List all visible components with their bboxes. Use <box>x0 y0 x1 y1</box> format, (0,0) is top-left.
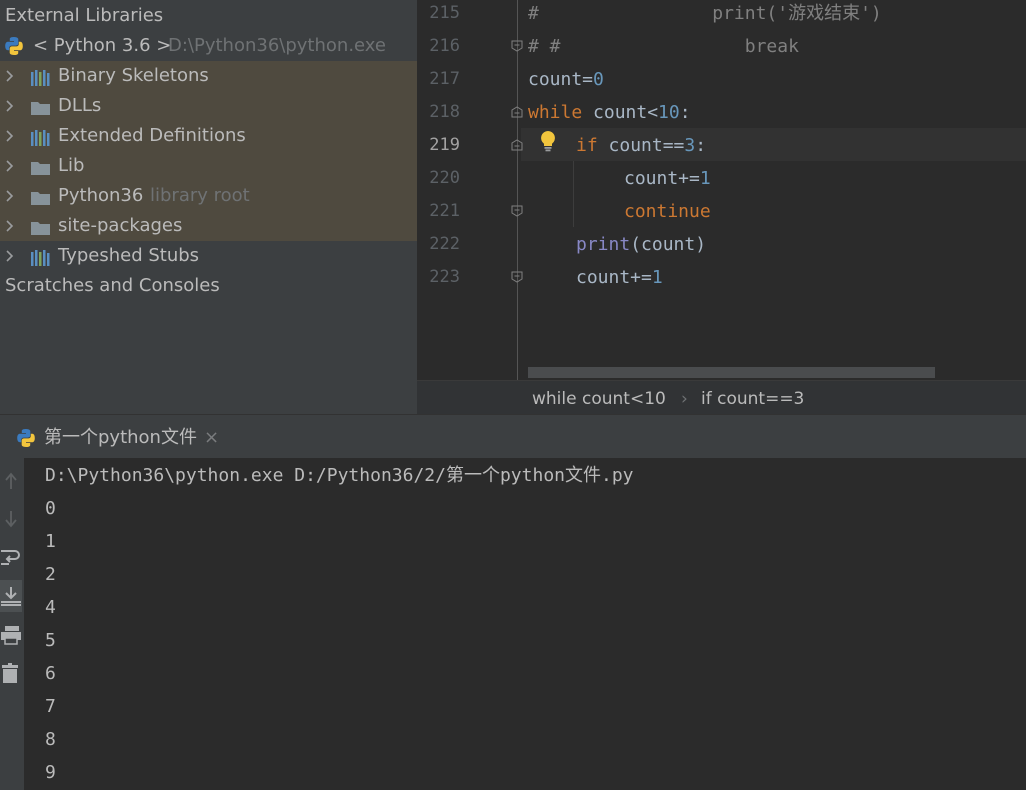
folder-icon <box>30 187 54 205</box>
library-root-hint: library root <box>150 185 250 206</box>
arrow-down-icon[interactable] <box>0 508 22 530</box>
code-line: print(count) <box>576 234 707 255</box>
folder-icon <box>30 217 54 235</box>
tree-item-extended-definitions[interactable]: Extended Definitions <box>0 121 417 151</box>
fold-marker-icon[interactable] <box>511 139 523 151</box>
tree-external-libraries[interactable]: External Libraries <box>0 1 417 31</box>
chevron-right-icon[interactable] <box>5 241 17 271</box>
scratches-label: Scratches and Consoles <box>5 275 220 296</box>
indent-guide <box>573 161 574 227</box>
console-output-line: 9 <box>45 762 56 783</box>
library-icon <box>30 67 54 86</box>
tree-item-label: Lib <box>58 155 85 176</box>
line-number: 222 <box>429 234 460 254</box>
code-line: count+=1 <box>576 267 663 288</box>
console-output-line: 2 <box>45 564 56 585</box>
tree-item-dlls[interactable]: DLLs <box>0 91 417 121</box>
breadcrumb-item-if[interactable]: if count==3 <box>701 381 804 417</box>
fold-marker-icon[interactable] <box>511 271 523 283</box>
console-output-line: 0 <box>45 498 56 519</box>
scroll-to-end-toggle[interactable] <box>0 580 22 612</box>
console-output-line: 7 <box>45 696 56 717</box>
tree-item-python36[interactable]: Python36 library root <box>0 181 417 211</box>
line-number: 219 <box>429 135 460 155</box>
chevron-right-icon[interactable] <box>5 121 17 151</box>
tree-interpreter[interactable]: < Python 3.6 > D:\Python36\python.exe <box>0 31 417 61</box>
tree-item-binary-skeletons[interactable]: Binary Skeletons <box>0 61 417 91</box>
chevron-right-icon[interactable] <box>5 181 17 211</box>
library-icon <box>30 127 54 146</box>
library-icon <box>30 247 54 266</box>
folder-icon <box>30 97 54 115</box>
console-output-line: 4 <box>45 597 56 618</box>
chevron-right-icon[interactable] <box>5 91 17 121</box>
breadcrumb-item-while[interactable]: while count<10 <box>532 381 666 417</box>
tree-item-label: Extended Definitions <box>58 125 246 146</box>
breadcrumb-separator: › <box>681 389 688 409</box>
python-icon <box>4 36 28 55</box>
console-output-line: 8 <box>45 729 56 750</box>
chevron-right-icon[interactable] <box>5 151 17 181</box>
tree-item-label: Python36 <box>58 185 144 206</box>
code-line: # # break <box>528 36 799 57</box>
print-icon[interactable] <box>0 624 22 646</box>
interpreter-name: < Python 3.6 > <box>33 35 172 56</box>
line-number: 216 <box>429 36 460 56</box>
chevron-right-icon[interactable] <box>5 211 17 241</box>
tree-item-lib[interactable]: Lib <box>0 151 417 181</box>
tree-item-label: DLLs <box>58 95 102 116</box>
interpreter-path: D:\Python36\python.exe <box>168 35 386 56</box>
arrow-up-icon[interactable] <box>0 470 22 492</box>
python-icon <box>16 428 36 452</box>
console-output-line: 5 <box>45 630 56 651</box>
horizontal-scrollbar[interactable] <box>528 367 935 378</box>
chevron-right-icon[interactable] <box>5 61 17 91</box>
run-tool-window-header: 第一个python文件 × <box>0 414 1026 459</box>
line-number: 221 <box>429 201 460 221</box>
line-number: 223 <box>429 267 460 287</box>
tree-item-label: Binary Skeletons <box>58 65 209 86</box>
code-line: # print('游戏结束') <box>528 3 882 24</box>
folder-icon <box>30 157 54 175</box>
project-panel: External Libraries < Python 3.6 > D:\Pyt… <box>0 0 417 414</box>
lightbulb-icon[interactable] <box>539 130 557 152</box>
scroll-to-end-icon <box>1 587 21 606</box>
tree-item-typeshed-stubs[interactable]: Typeshed Stubs <box>0 241 417 271</box>
tree-item-label: Typeshed Stubs <box>58 245 200 266</box>
code-line: continue <box>624 201 711 222</box>
console-command-line: D:\Python36\python.exe D:/Python36/2/第一个… <box>45 465 634 486</box>
console-output-line: 6 <box>45 663 56 684</box>
tree-item-label: site-packages <box>58 215 183 236</box>
trash-icon[interactable] <box>0 662 22 684</box>
external-libraries-label: External Libraries <box>5 5 164 26</box>
run-tab-label: 第一个python文件 <box>44 427 197 448</box>
soft-wrap-icon[interactable] <box>0 546 22 568</box>
breadcrumb: while count<10 › if count==3 <box>417 380 1026 415</box>
tree-item-site-packages[interactable]: site-packages <box>0 211 417 241</box>
tree-scratches-and-consoles[interactable]: Scratches and Consoles <box>0 271 417 301</box>
code-line: while count<10: <box>528 102 691 123</box>
code-line: count+=1 <box>624 168 711 189</box>
gutter-separator <box>517 0 518 380</box>
code-line: if count==3: <box>576 135 707 156</box>
run-toolbar <box>0 458 24 790</box>
line-number: 218 <box>429 102 460 122</box>
console-output-line: 1 <box>45 531 56 552</box>
fold-marker-icon[interactable] <box>511 106 523 118</box>
code-line: count=0 <box>528 69 604 90</box>
line-number: 220 <box>429 168 460 188</box>
console-output[interactable] <box>24 458 1026 790</box>
close-tab-icon[interactable]: × <box>204 421 219 455</box>
line-number: 215 <box>429 3 460 23</box>
fold-marker-icon[interactable] <box>511 40 523 52</box>
line-number: 217 <box>429 69 460 89</box>
fold-marker-icon[interactable] <box>511 205 523 217</box>
